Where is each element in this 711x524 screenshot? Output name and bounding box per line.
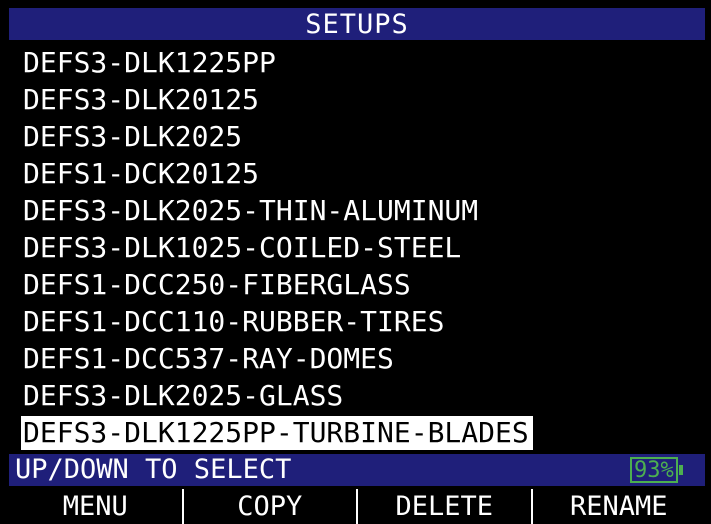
setup-item[interactable]: DEFS1-DCK20125 xyxy=(21,157,263,191)
battery-tip xyxy=(678,465,683,475)
status-hint: UP/DOWN TO SELECT xyxy=(15,454,292,485)
battery-icon: 93% xyxy=(630,457,683,483)
setup-item[interactable]: DEFS3-DLK1025-COILED-STEEL xyxy=(21,231,465,265)
setup-list: DEFS3-DLK1225PP DEFS3-DLK20125 DEFS3-DLK… xyxy=(9,42,705,450)
setup-item[interactable]: DEFS3-DLK1225PP xyxy=(21,46,280,80)
page-title: SETUPS xyxy=(305,8,409,40)
softkey-bar: MENU COPY DELETE RENAME xyxy=(9,489,705,524)
setup-item[interactable]: DEFS3-DLK2025 xyxy=(21,120,246,154)
title-bar: SETUPS xyxy=(9,8,705,40)
delete-button[interactable]: DELETE xyxy=(358,489,533,524)
setup-item[interactable]: DEFS1-DCC110-RUBBER-TIRES xyxy=(21,305,448,339)
setup-item[interactable]: DEFS3-DLK2025-GLASS xyxy=(21,379,347,413)
setup-item[interactable]: DEFS1-DCC537-RAY-DOMES xyxy=(21,342,398,376)
setup-item[interactable]: DEFS3-DLK2025-THIN-ALUMINUM xyxy=(21,194,482,228)
setup-item[interactable]: DEFS3-DLK1225PP-TURBINE-BLADES xyxy=(21,416,533,450)
menu-button[interactable]: MENU xyxy=(9,489,184,524)
copy-button[interactable]: COPY xyxy=(184,489,358,524)
device-screen: SETUPS DEFS3-DLK1225PP DEFS3-DLK20125 DE… xyxy=(0,0,711,524)
setup-item[interactable]: DEFS1-DCC250-FIBERGLASS xyxy=(21,268,415,302)
battery-level: 93% xyxy=(630,457,678,483)
status-bar: UP/DOWN TO SELECT 93% xyxy=(9,454,705,486)
setup-item[interactable]: DEFS3-DLK20125 xyxy=(21,83,263,117)
rename-button[interactable]: RENAME xyxy=(533,489,706,524)
